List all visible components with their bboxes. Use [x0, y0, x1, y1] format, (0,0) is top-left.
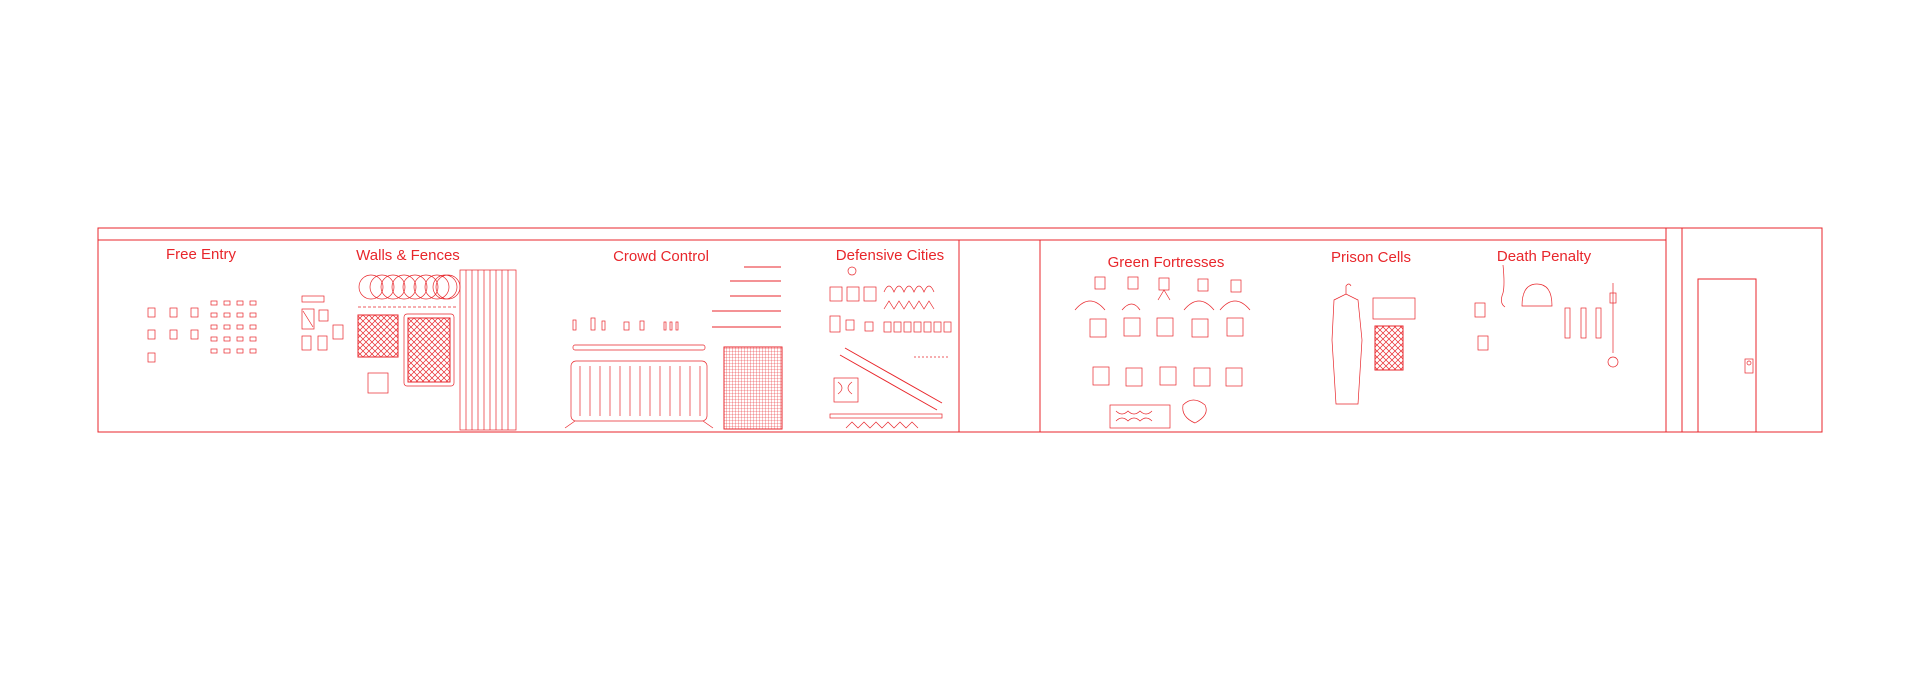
plant-pots-middle — [1074, 289, 1251, 338]
spike-row — [883, 321, 952, 333]
section-title-walls-fences: Walls & Fences — [356, 247, 460, 264]
razor-wire-coils — [358, 274, 461, 300]
card-grid-left — [147, 307, 199, 363]
green-fortresses-objects — [1074, 276, 1251, 429]
section-title-green-fortresses: Green Fortresses — [1108, 254, 1225, 271]
exhibition-elevation: Free Entry Walls & Fences Crowd Control … — [0, 0, 1920, 680]
prison-cells-objects — [1331, 283, 1416, 405]
elevation-drawing: Free Entry Walls & Fences Crowd Control … — [97, 227, 1823, 433]
section-title-defensive-cities: Defensive Cities — [836, 247, 944, 264]
ticket-grid-right — [210, 300, 257, 354]
crowd-barrier — [564, 360, 714, 429]
crowd-control-objects — [564, 266, 783, 430]
defensive-cities-objects — [829, 266, 952, 429]
section-title-death-penalty: Death Penalty — [1497, 248, 1592, 265]
walls-fences-objects — [301, 269, 517, 431]
free-entry-objects — [147, 300, 257, 363]
section-title-prison-cells: Prison Cells — [1331, 249, 1411, 266]
door — [1697, 278, 1757, 433]
section-title-crowd-control: Crowd Control — [613, 248, 709, 265]
plant-pots-top — [1094, 276, 1242, 293]
straps — [1564, 307, 1602, 339]
plant-pots-bottom — [1092, 366, 1243, 387]
corrugated-panel — [459, 269, 517, 431]
batons-small — [572, 317, 679, 331]
death-penalty-objects — [1474, 264, 1619, 368]
section-title-free-entry: Free Entry — [166, 246, 237, 263]
poles-stack — [712, 266, 781, 328]
